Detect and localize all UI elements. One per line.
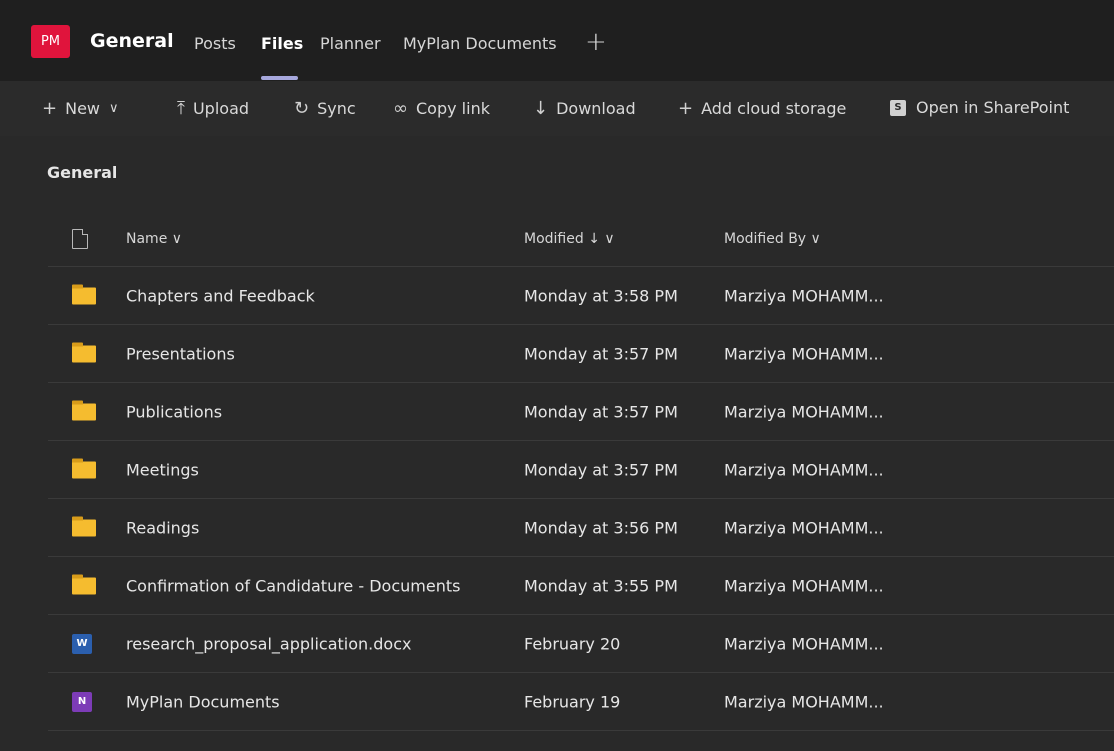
active-tab-indicator bbox=[261, 76, 298, 80]
tab-myplan-documents[interactable]: MyPlan Documents bbox=[403, 34, 557, 53]
modified-by: Marziya MOHAMM... bbox=[724, 518, 884, 537]
sync-button[interactable]: ↻ Sync bbox=[294, 98, 356, 119]
folder-icon bbox=[72, 516, 96, 536]
file-name[interactable]: research_proposal_application.docx bbox=[126, 634, 411, 653]
upload-label: Upload bbox=[192, 99, 250, 118]
files-toolbar: + New ∨ ⤒ Upload ↻ Sync ∞ Copy link ↓ Do… bbox=[0, 82, 1114, 136]
chevron-down-icon: ∨ bbox=[109, 101, 119, 116]
upload-button[interactable]: ⤒ Upload bbox=[177, 98, 249, 119]
upload-icon: ⤒ bbox=[177, 98, 185, 119]
sync-label: Sync bbox=[317, 99, 356, 118]
table-row[interactable]: Presentations Monday at 3:57 PM Marziya … bbox=[48, 325, 1114, 383]
folder-icon bbox=[72, 458, 96, 478]
folder-icon bbox=[72, 400, 96, 420]
table-row[interactable]: Meetings Monday at 3:57 PM Marziya MOHAM… bbox=[48, 441, 1114, 499]
open-in-sharepoint-button[interactable]: S Open in SharePoint bbox=[890, 98, 1069, 117]
add-tab-icon[interactable]: + bbox=[585, 27, 607, 57]
modified-by-column-header[interactable]: Modified By ∨ bbox=[724, 231, 821, 247]
modified-date: February 19 bbox=[524, 692, 621, 711]
link-icon: ∞ bbox=[393, 98, 408, 119]
word-doc-icon: W bbox=[72, 633, 92, 654]
modified-date: Monday at 3:56 PM bbox=[524, 518, 678, 537]
table-row[interactable]: Readings Monday at 3:56 PM Marziya MOHAM… bbox=[48, 499, 1114, 557]
sharepoint-icon: S bbox=[890, 99, 906, 116]
table-row[interactable]: N MyPlan Documents February 19 Marziya M… bbox=[48, 673, 1114, 731]
new-button[interactable]: + New ∨ bbox=[42, 98, 119, 119]
table-row[interactable]: Confirmation of Candidature - Documents … bbox=[48, 557, 1114, 615]
onenote-icon: N bbox=[72, 691, 92, 712]
teams-files-app: PM General Posts Files Planner MyPlan Do… bbox=[0, 0, 1114, 751]
team-avatar[interactable]: PM bbox=[31, 25, 70, 58]
modified-by: Marziya MOHAMM... bbox=[724, 692, 884, 711]
table-row[interactable]: Publications Monday at 3:57 PM Marziya M… bbox=[48, 383, 1114, 441]
onenote-letter: N bbox=[72, 691, 92, 712]
word-letter: W bbox=[72, 633, 92, 654]
breadcrumb[interactable]: General bbox=[47, 163, 117, 182]
modified-by: Marziya MOHAMM... bbox=[724, 344, 884, 363]
modified-date: Monday at 3:57 PM bbox=[524, 344, 678, 363]
modified-by: Marziya MOHAMM... bbox=[724, 576, 884, 595]
folder-icon bbox=[72, 342, 96, 362]
modified-date: February 20 bbox=[524, 634, 621, 653]
file-name[interactable]: Presentations bbox=[126, 344, 235, 363]
add-cloud-storage-button[interactable]: + Add cloud storage bbox=[678, 98, 846, 119]
modified-date: Monday at 3:58 PM bbox=[524, 286, 678, 305]
file-name[interactable]: Publications bbox=[126, 402, 222, 421]
column-header-row: Name ∨ Modified ↓ ∨ Modified By ∨ bbox=[48, 211, 1114, 267]
plus-icon: + bbox=[678, 98, 694, 119]
folder-icon bbox=[72, 284, 96, 304]
copy-link-label: Copy link bbox=[416, 99, 490, 118]
file-list-area: General Name ∨ Modified ↓ ∨ Modified By … bbox=[0, 136, 1114, 751]
modified-by: Marziya MOHAMM... bbox=[724, 634, 884, 653]
tab-planner[interactable]: Planner bbox=[320, 34, 381, 53]
file-name[interactable]: MyPlan Documents bbox=[126, 692, 280, 711]
modified-by: Marziya MOHAMM... bbox=[724, 286, 884, 305]
table-row[interactable]: Chapters and Feedback Monday at 3:58 PM … bbox=[48, 267, 1114, 325]
download-button[interactable]: ↓ Download bbox=[533, 98, 636, 119]
tab-posts[interactable]: Posts bbox=[194, 34, 236, 53]
download-icon: ↓ bbox=[533, 98, 549, 119]
tab-files[interactable]: Files bbox=[261, 34, 303, 53]
modified-column-header[interactable]: Modified ↓ ∨ bbox=[524, 231, 615, 247]
modified-date: Monday at 3:55 PM bbox=[524, 576, 678, 595]
modified-date: Monday at 3:57 PM bbox=[524, 402, 678, 421]
file-name[interactable]: Chapters and Feedback bbox=[126, 286, 315, 305]
modified-date: Monday at 3:57 PM bbox=[524, 460, 678, 479]
plus-icon: + bbox=[42, 98, 58, 119]
table-row[interactable]: W research_proposal_application.docx Feb… bbox=[48, 615, 1114, 673]
add-cloud-storage-label: Add cloud storage bbox=[701, 99, 847, 118]
channel-header: PM General Posts Files Planner MyPlan Do… bbox=[0, 0, 1114, 82]
folder-icon bbox=[72, 574, 96, 594]
file-name[interactable]: Meetings bbox=[126, 460, 199, 479]
sync-icon: ↻ bbox=[294, 98, 310, 119]
open-in-sharepoint-label: Open in SharePoint bbox=[916, 98, 1070, 117]
file-type-column-icon[interactable] bbox=[72, 228, 88, 249]
download-label: Download bbox=[556, 99, 636, 118]
name-column-header[interactable]: Name ∨ bbox=[126, 231, 182, 247]
modified-by: Marziya MOHAMM... bbox=[724, 460, 884, 479]
copy-link-button[interactable]: ∞ Copy link bbox=[393, 98, 490, 119]
new-label: New bbox=[65, 99, 100, 118]
modified-by: Marziya MOHAMM... bbox=[724, 402, 884, 421]
file-name[interactable]: Readings bbox=[126, 518, 199, 537]
channel-title: General bbox=[90, 30, 174, 52]
file-name[interactable]: Confirmation of Candidature - Documents bbox=[126, 576, 460, 595]
